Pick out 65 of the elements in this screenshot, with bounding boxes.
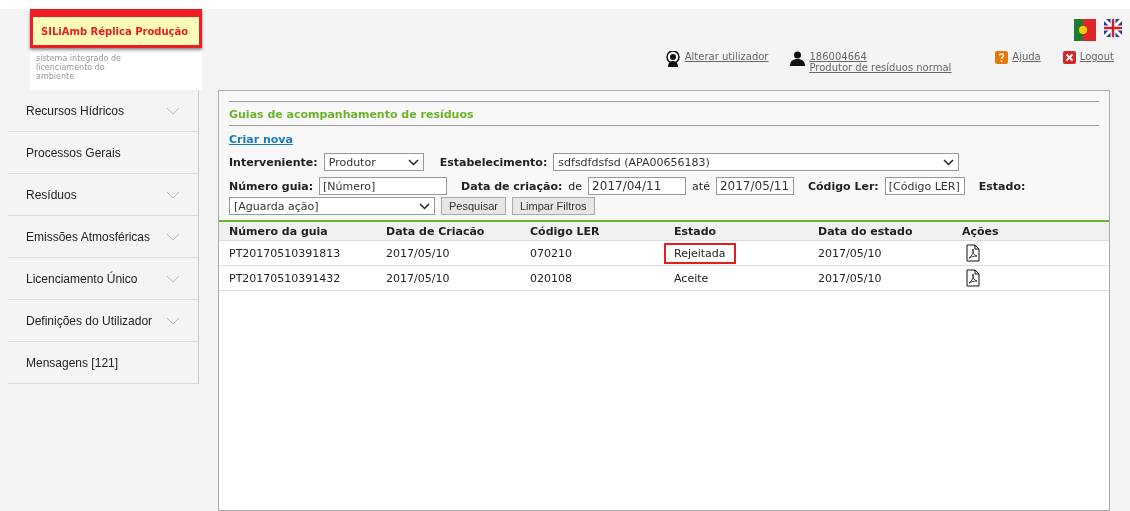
- user-role-link[interactable]: Produtor de resíduos normal: [809, 62, 952, 73]
- chevron-down-icon: [166, 232, 180, 241]
- date-from-field[interactable]: 2017/04/11: [588, 177, 687, 195]
- column-header: Data de Criacão: [386, 224, 486, 238]
- field-label: Interveniente:: [229, 155, 318, 169]
- create-new-link[interactable]: Criar nova: [229, 133, 293, 146]
- column-header: Número da guia: [229, 224, 329, 238]
- sidebar-item[interactable]: Licenciamento Único: [8, 258, 198, 300]
- chevron-down-icon: [166, 274, 180, 283]
- column-header: Data do estado: [818, 224, 914, 238]
- sidebar-item[interactable]: Resíduos: [8, 174, 198, 216]
- headset-user-icon: [664, 51, 681, 67]
- interveniente-select[interactable]: Produtor: [323, 153, 424, 171]
- search-button[interactable]: Pesquisar: [441, 197, 506, 215]
- to-label: até: [692, 179, 710, 193]
- field-label: Estado:: [978, 179, 1026, 193]
- column-header: Estado: [674, 224, 718, 238]
- table-cell-text: 2017/05/10: [386, 246, 451, 260]
- pdf-icon[interactable]: [966, 244, 980, 262]
- caret-icon: [407, 158, 419, 166]
- logout-link[interactable]: Logout: [1062, 51, 1114, 90]
- field-label: Data de criação:: [461, 179, 563, 193]
- chevron-down-icon: [166, 316, 180, 325]
- switch-user-link[interactable]: Alterar utilizador: [664, 51, 769, 90]
- ler-code-field[interactable]: [Código LER]: [884, 177, 965, 195]
- estabelecimento-select[interactable]: sdfsdfdsfsd (APA00656183): [553, 153, 960, 171]
- sidebar-item[interactable]: Mensagens [121]: [8, 342, 198, 384]
- sidebar-item[interactable]: Definições do Utilizador: [8, 300, 198, 342]
- user-icon: [790, 51, 806, 66]
- uk-flag-icon[interactable]: [1104, 19, 1122, 37]
- clear-filters-button[interactable]: Limpar Filtros: [511, 197, 595, 215]
- sidebar-item[interactable]: Emissões Atmosféricas: [8, 216, 198, 258]
- chevron-down-icon: [166, 106, 180, 115]
- field-label: Código Ler:: [807, 179, 879, 193]
- panel-title: Guias de acompanhamento de resíduos: [229, 101, 1099, 126]
- table-cell-text: 020108: [530, 271, 573, 285]
- close-icon: [1062, 51, 1076, 64]
- table-cell-text: 2017/05/10: [818, 271, 883, 285]
- state-select[interactable]: [Aguarda ação]: [229, 197, 435, 215]
- help-link[interactable]: Ajuda: [995, 51, 1041, 90]
- from-label: de: [568, 179, 583, 193]
- table-cell-text: 2017/05/10: [818, 246, 883, 260]
- sidebar-item[interactable]: Processos Gerais: [8, 132, 198, 174]
- table-cell-text: 070210: [530, 246, 573, 260]
- column-header: Código LER: [530, 224, 601, 238]
- table-cell-text: PT20170510391432: [229, 271, 342, 285]
- date-to-field[interactable]: 2017/05/11: [715, 177, 794, 195]
- chevron-down-icon: [166, 190, 180, 199]
- caret-icon: [943, 158, 955, 166]
- user-id-link[interactable]: 186004664: [809, 51, 952, 62]
- portugal-flag-icon[interactable]: [1074, 19, 1096, 41]
- logo-title: SILiAmb Réplica Produção: [30, 9, 202, 48]
- table-cell-text: 2017/05/10: [386, 271, 451, 285]
- caret-icon: [419, 202, 430, 210]
- field-label: Número guia:: [229, 179, 314, 193]
- number-input-field[interactable]: [Número]: [319, 177, 448, 195]
- status-cell: Rejeitada: [664, 242, 736, 264]
- status-cell-text: Aceite: [673, 270, 710, 287]
- column-header: Ações: [962, 224, 1000, 238]
- logo-subtitle: sistema integrado de licenciamento do ambiente: [35, 53, 122, 81]
- sidebar-item[interactable]: Recursos Hídricos: [8, 90, 198, 132]
- pdf-icon[interactable]: [966, 269, 980, 287]
- table-cell-text: PT20170510391813: [229, 246, 342, 260]
- field-label: Estabelecimento:: [439, 155, 548, 169]
- help-icon: [995, 51, 1009, 64]
